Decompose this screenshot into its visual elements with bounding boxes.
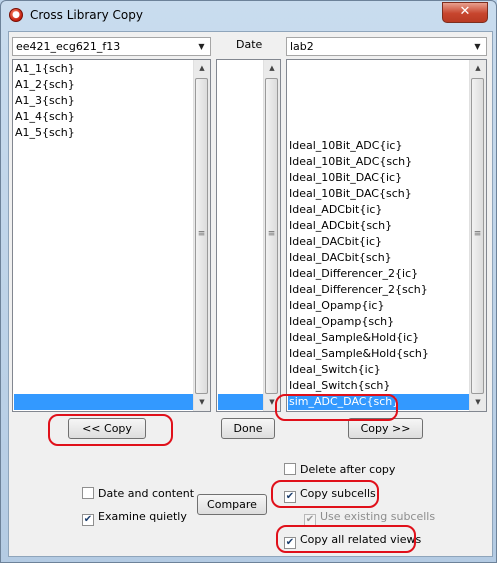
scroll-up-arrow-icon[interactable]: ▲ xyxy=(264,60,280,77)
checkbox-box[interactable] xyxy=(82,487,94,499)
scroll-up-arrow-icon[interactable]: ▲ xyxy=(194,60,210,77)
checkbox-label: Delete after copy xyxy=(300,463,396,476)
date-and-content-checkbox[interactable]: Date and content xyxy=(82,486,194,502)
title-bar: ● Cross Library Copy ✕ xyxy=(1,1,496,29)
list-item[interactable]: Ideal_10Bit_DAC{sch} xyxy=(288,186,412,202)
list-item[interactable]: A1_1{sch} xyxy=(14,61,75,77)
close-button[interactable]: ✕ xyxy=(442,2,488,23)
checkbox-label: Date and content xyxy=(98,487,195,500)
right-library-value: lab2 xyxy=(290,40,314,53)
annotation-circle-selected-cell xyxy=(275,394,398,421)
compare-button[interactable]: Compare xyxy=(197,494,267,515)
scroll-down-arrow-icon[interactable]: ▼ xyxy=(470,394,486,411)
annotation-circle-copy-left xyxy=(48,414,173,446)
list-item[interactable]: A1_2{sch} xyxy=(14,77,75,93)
list-item[interactable]: Ideal_Opamp{ic} xyxy=(288,298,384,314)
chevron-down-icon[interactable]: ▼ xyxy=(193,38,210,55)
list-item[interactable]: Ideal_ADCbit{ic} xyxy=(288,202,382,218)
list-item[interactable]: Ideal_Opamp{sch} xyxy=(288,314,394,330)
annotation-circle-copy-all-views xyxy=(276,525,416,553)
list-item[interactable]: Ideal_10Bit_ADC{ic} xyxy=(288,138,402,154)
annotation-circle-copy-subcells xyxy=(271,480,379,508)
right-list-scrollbar[interactable]: ▲ ≡ ▼ xyxy=(469,60,486,411)
left-library-select[interactable]: ee421_ecg621_f13 ▼ xyxy=(12,37,211,56)
checkbox-label: Examine quietly xyxy=(98,510,187,523)
examine-quietly-checkbox[interactable]: ✔ Examine quietly xyxy=(82,509,187,526)
scroll-up-arrow-icon[interactable]: ▲ xyxy=(470,60,486,77)
list-item[interactable]: Ideal_Sample&Hold{sch} xyxy=(288,346,429,362)
right-cell-list[interactable]: Ideal_10Bit_ADC{ic} Ideal_10Bit_ADC{sch}… xyxy=(286,59,487,412)
left-cell-list[interactable]: A1_1{sch} A1_2{sch} A1_3{sch} A1_4{sch} … xyxy=(12,59,211,412)
right-library-select[interactable]: lab2 ▼ xyxy=(286,37,487,56)
list-item[interactable]: Ideal_DACbit{sch} xyxy=(288,250,392,266)
list-item[interactable]: Ideal_Sample&Hold{ic} xyxy=(288,330,419,346)
checkbox-box[interactable] xyxy=(284,463,296,475)
checkmark-icon[interactable]: ✔ xyxy=(82,514,94,526)
chevron-down-icon[interactable]: ▼ xyxy=(469,38,486,55)
left-library-value: ee421_ecg621_f13 xyxy=(16,40,121,53)
list-selection-bar[interactable] xyxy=(14,394,193,410)
list-item[interactable]: A1_5{sch} xyxy=(14,125,75,141)
app-logo-icon: ● xyxy=(9,8,23,22)
list-item[interactable]: Ideal_ADCbit{sch} xyxy=(288,218,392,234)
copy-right-button[interactable]: Copy >> xyxy=(348,418,423,439)
date-list-scrollbar[interactable]: ▲ ≡ ▼ xyxy=(263,60,280,411)
list-item[interactable]: A1_3{sch} xyxy=(14,93,75,109)
list-item[interactable]: Ideal_10Bit_ADC{sch} xyxy=(288,154,412,170)
date-list[interactable]: ▲ ≡ ▼ xyxy=(216,59,281,412)
list-item[interactable]: Ideal_Differencer_2{sch} xyxy=(288,282,428,298)
use-existing-subcells-checkbox: ✔ Use existing subcells xyxy=(304,509,436,526)
scroll-down-arrow-icon[interactable]: ▼ xyxy=(194,394,210,411)
done-button[interactable]: Done xyxy=(221,418,275,439)
list-selection-bar[interactable] xyxy=(218,394,263,410)
window-title: Cross Library Copy xyxy=(30,8,143,22)
left-list-scrollbar[interactable]: ▲ ≡ ▼ xyxy=(193,60,210,411)
date-column-label: Date xyxy=(236,38,263,51)
scroll-thumb[interactable]: ≡ xyxy=(471,78,484,394)
list-item[interactable]: Ideal_10Bit_DAC{ic} xyxy=(288,170,402,186)
list-item[interactable]: Ideal_Differencer_2{ic} xyxy=(288,266,418,282)
delete-after-copy-checkbox[interactable]: Delete after copy xyxy=(284,462,395,478)
checkbox-label: Use existing subcells xyxy=(320,510,436,523)
list-item[interactable]: Ideal_Switch{sch} xyxy=(288,378,390,394)
list-item[interactable]: Ideal_DACbit{ic} xyxy=(288,234,382,250)
scroll-thumb[interactable]: ≡ xyxy=(265,78,278,394)
dialog-body: ee421_ecg621_f13 ▼ Date lab2 ▼ A1_1{sch}… xyxy=(8,31,493,557)
scroll-thumb[interactable]: ≡ xyxy=(195,78,208,394)
cross-library-copy-window: ● Cross Library Copy ✕ ee421_ecg621_f13 … xyxy=(0,0,497,563)
list-item[interactable]: Ideal_Switch{ic} xyxy=(288,362,381,378)
list-item[interactable]: A1_4{sch} xyxy=(14,109,75,125)
